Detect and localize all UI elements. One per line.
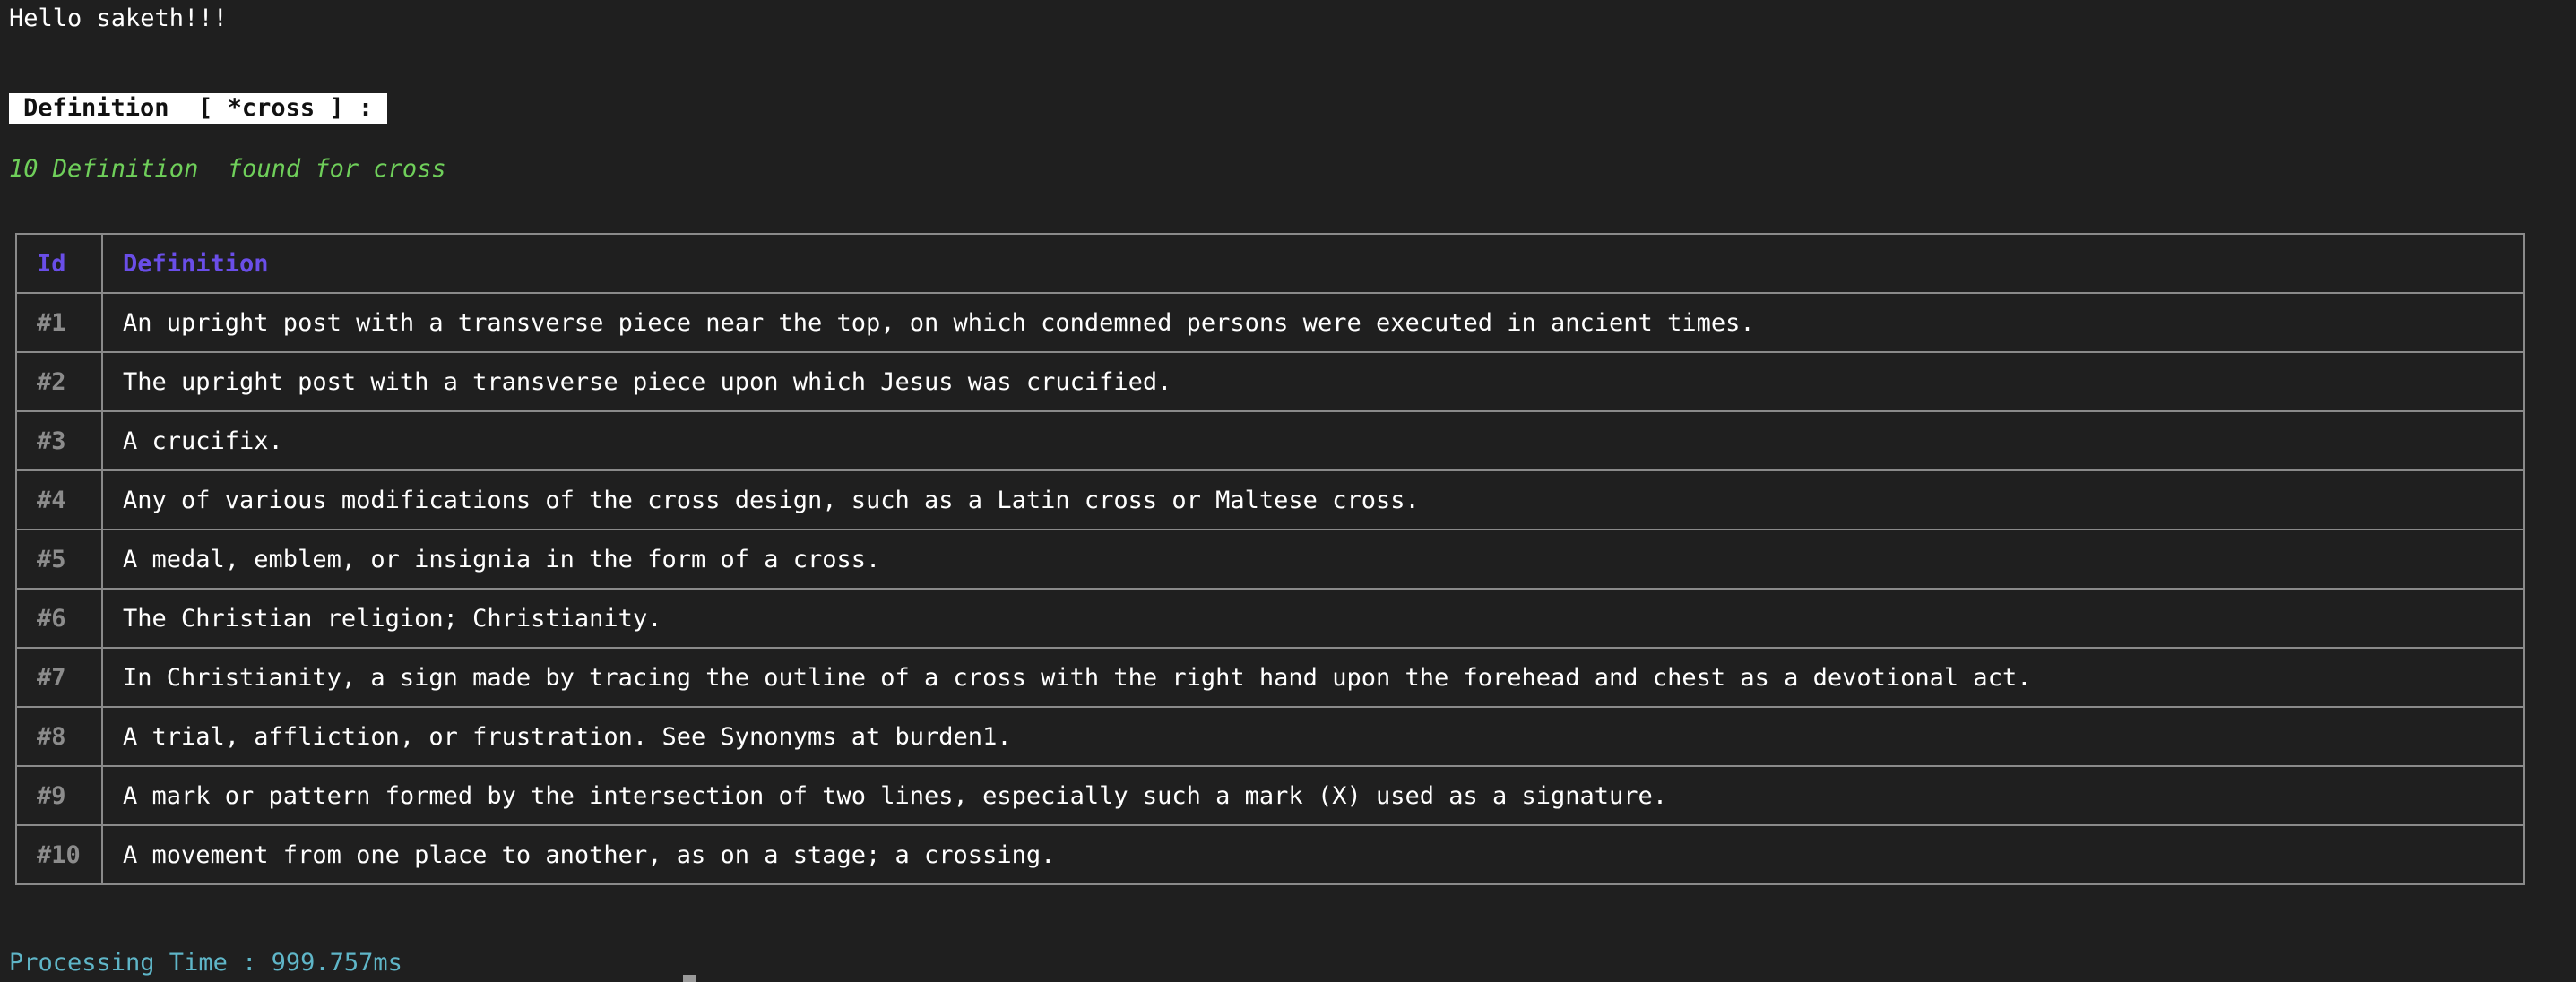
row-id: #9 (15, 765, 103, 826)
table-row: #6 The Christian religion; Christianity. (15, 588, 2525, 649)
row-id: #1 (15, 292, 103, 353)
row-definition: A trial, affliction, or frustration. See… (101, 706, 2525, 767)
definitions-table: Id Definition #1 An upright post with a … (15, 233, 2525, 885)
row-id: #4 (15, 469, 103, 530)
id-column-header: Id (15, 233, 103, 294)
table-row: #8 A trial, affliction, or frustration. … (15, 706, 2525, 767)
row-id: #8 (15, 706, 103, 767)
table-row: #10 A movement from one place to another… (15, 824, 2525, 885)
definition-header-badge: Definition [ *cross ] : (9, 93, 388, 124)
row-definition: The upright post with a transverse piece… (101, 351, 2525, 412)
table-row: #7 In Christianity, a sign made by traci… (15, 647, 2525, 708)
table-row: #4 Any of various modifications of the c… (15, 469, 2525, 530)
row-definition: Any of various modifications of the cros… (101, 469, 2525, 530)
definition-column-header: Definition (101, 233, 2525, 294)
row-id: #6 (15, 588, 103, 649)
row-definition: The Christian religion; Christianity. (101, 588, 2525, 649)
row-definition: A mark or pattern formed by the intersec… (101, 765, 2525, 826)
table-row: #3 A crucifix. (15, 410, 2525, 471)
row-definition: A crucifix. (101, 410, 2525, 471)
table-row: #5 A medal, emblem, or insignia in the f… (15, 529, 2525, 590)
row-definition: An upright post with a transverse piece … (101, 292, 2525, 353)
row-id: #2 (15, 351, 103, 412)
row-definition: A medal, emblem, or insignia in the form… (101, 529, 2525, 590)
greeting-text: Hello saketh!!! (9, 4, 228, 32)
row-id: #7 (15, 647, 103, 708)
results-count-text: 10 Definition found for cross (9, 155, 446, 183)
table-row: #1 An upright post with a transverse pie… (15, 292, 2525, 353)
row-id: #10 (15, 824, 103, 885)
table-row: #9 A mark or pattern formed by the inter… (15, 765, 2525, 826)
row-id: #5 (15, 529, 103, 590)
row-id: #3 (15, 410, 103, 471)
table-row: #2 The upright post with a transverse pi… (15, 351, 2525, 412)
row-definition: A movement from one place to another, as… (101, 824, 2525, 885)
table-header-row: Id Definition (15, 233, 2525, 294)
processing-time-text: Processing Time : 999.757ms (9, 949, 402, 977)
row-definition: In Christianity, a sign made by tracing … (101, 647, 2525, 708)
terminal-cursor (683, 975, 696, 982)
